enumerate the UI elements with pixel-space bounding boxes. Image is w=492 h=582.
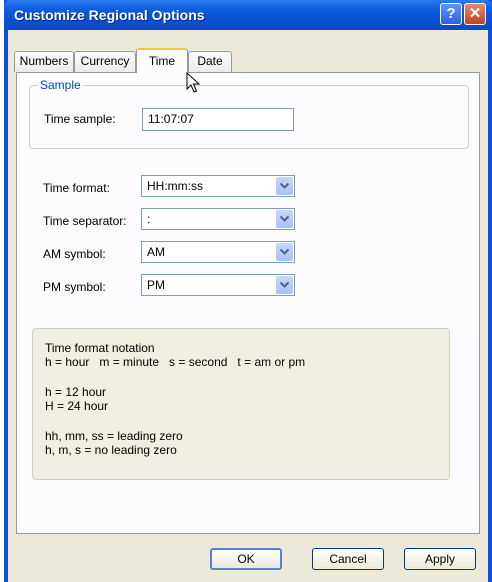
time-format-label: Time format: (43, 181, 110, 195)
apply-button[interactable]: Apply (404, 548, 476, 570)
time-separator-label: Time separator: (43, 214, 127, 228)
mouse-pointer-icon (186, 72, 200, 93)
time-sample-label: Time sample: (44, 112, 116, 126)
chevron-down-icon[interactable] (276, 210, 293, 228)
title-bar[interactable]: Customize Regional Options ? ✕ (4, 0, 492, 30)
pm-symbol-select[interactable]: PM (141, 274, 295, 296)
am-symbol-select[interactable]: AM (141, 241, 295, 263)
close-icon: ✕ (468, 5, 482, 22)
tab-time[interactable]: Time (136, 48, 188, 73)
tab-currency[interactable]: Currency (74, 51, 136, 72)
close-button[interactable]: ✕ (464, 3, 486, 25)
help-button[interactable]: ? (440, 3, 462, 25)
chevron-down-icon[interactable] (276, 177, 293, 195)
notation-no-leading-zero: h, m, s = no leading zero (45, 443, 177, 457)
notation-24-hour: H = 24 hour (45, 399, 109, 413)
tab-numbers[interactable]: Numbers (14, 51, 74, 72)
time-format-value: HH:mm:ss (147, 179, 203, 193)
sample-group-label: Sample (38, 78, 83, 92)
am-symbol-label: AM symbol: (43, 247, 106, 261)
am-symbol-value: AM (147, 245, 165, 259)
dialog-window: Customize Regional Options ? ✕ Numbers C… (4, 0, 492, 582)
notation-title: Time format notation (45, 341, 155, 355)
notation-leading-zero: hh, mm, ss = leading zero (45, 429, 183, 443)
ok-button[interactable]: OK (210, 548, 282, 570)
notation-12-hour: h = 12 hour (45, 385, 107, 399)
dialog-client-area: Numbers Currency Time Date Sample Time s… (8, 30, 488, 582)
time-format-notation: Time format notation h = hour m = minute… (32, 328, 450, 480)
tab-date[interactable]: Date (188, 51, 232, 72)
time-separator-value: : (147, 212, 151, 226)
time-format-select[interactable]: HH:mm:ss (141, 175, 295, 197)
chevron-down-icon[interactable] (276, 243, 293, 261)
chevron-down-icon[interactable] (276, 276, 293, 294)
notation-units: h = hour m = minute s = second t = am or… (45, 355, 306, 369)
time-sample-field[interactable]: 11:07:07 (142, 108, 294, 131)
pm-symbol-label: PM symbol: (43, 280, 106, 294)
cancel-button[interactable]: Cancel (312, 548, 384, 570)
help-icon: ? (446, 5, 456, 22)
window-title: Customize Regional Options (14, 7, 205, 23)
pm-symbol-value: PM (147, 278, 165, 292)
time-separator-select[interactable]: : (141, 208, 295, 230)
sample-group: Sample Time sample: 11:07:07 (29, 78, 469, 149)
